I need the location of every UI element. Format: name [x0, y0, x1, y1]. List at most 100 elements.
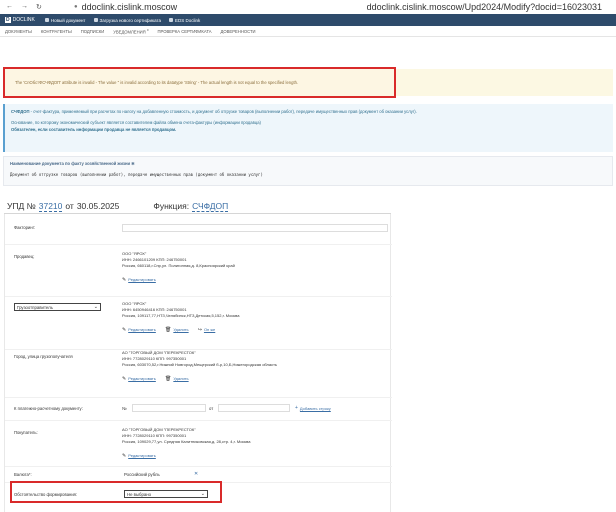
- new-document-label: Новый документ: [50, 17, 86, 23]
- browser-nav: ← → ↻: [6, 3, 72, 11]
- menu-notifications[interactable]: УВЕДОМЛЕНИЯ 0: [113, 28, 148, 34]
- eds-doclink-link[interactable]: EDS Doclink: [169, 18, 200, 23]
- app-topbar: D DOCLINK Новый документ Загрузка нового…: [0, 14, 616, 26]
- document-date[interactable]: 30.05.2025: [77, 201, 120, 211]
- seller-details: ООО "ЯРОХ" ИНН: 2466101209 КПП: 24675000…: [122, 251, 235, 283]
- function-label: Функция:: [153, 201, 190, 211]
- reload-icon[interactable]: ↻: [36, 3, 42, 11]
- clear-icon[interactable]: ✕: [194, 471, 198, 477]
- pencil-icon: ✎: [122, 376, 127, 382]
- shipper-edit-link[interactable]: ✎ Редактировать: [122, 327, 156, 333]
- share-icon: ↪: [197, 327, 202, 333]
- info-line-1: СЧФДОП - счет-фактура, применяемый при р…: [11, 109, 607, 114]
- menu-powers-of-attorney[interactable]: ДОВЕРЕННОСТИ: [221, 29, 256, 34]
- payment-doc-label: К платежно-расчетному документу:: [14, 406, 83, 411]
- site-info-icon[interactable]: ●: [74, 4, 78, 10]
- buyer-label: Покупатель:: [14, 430, 38, 435]
- menu-certificate-check[interactable]: ПРОВЕРКА СЕРТИФИКАТА: [158, 29, 212, 34]
- info-term: СЧФДОП: [11, 109, 30, 114]
- certificate-icon: [93, 18, 98, 22]
- highlight-box: [10, 481, 222, 503]
- payment-doc-date-input[interactable]: [218, 404, 290, 412]
- title-from: от: [65, 201, 74, 211]
- document-number[interactable]: 37210: [38, 201, 63, 212]
- buyer-details: АО "ТОРГОВЫЙ ДОМ "ПЕРЕКРЕСТОК" ИНН: 7728…: [122, 427, 250, 459]
- buyer-edit-link[interactable]: ✎ Редактировать: [122, 453, 156, 459]
- seller-address: Россия, 660118,г.Спр,ул. Полигонная,д. 8…: [122, 263, 235, 268]
- chevron-down-icon: ⌄: [93, 304, 98, 310]
- seller-row: Продавец: ООО "ЯРОХ" ИНН: 2466101209 КПП…: [5, 245, 392, 297]
- seller-edit-link[interactable]: ✎ Редактировать: [122, 277, 156, 283]
- document-name-block: Наименование документа по факту хозяйств…: [3, 156, 613, 186]
- shipper-details: ООО "ЯРОХ" ИНН: 6450946416 КПП: 24675000…: [122, 301, 239, 333]
- title-prefix: УПД №: [7, 201, 36, 211]
- notifications-badge: 0: [146, 27, 149, 32]
- consignee-address: Россия, 603070,52,г.Нижний Новгород,Меще…: [122, 362, 278, 367]
- consignee-row: Город, улица грузополучателя АО "ТОРГОВЫ…: [5, 350, 392, 398]
- consignee-edit-label: Редактировать: [128, 376, 156, 381]
- consignee-delete-link[interactable]: 🗑 Удалить: [165, 376, 189, 382]
- upload-certificate-label: Загрузка нового сертификата: [99, 17, 162, 23]
- menu-contractors[interactable]: КОНТРАГЕНТЫ: [41, 29, 72, 34]
- trash-icon: 🗑: [164, 327, 172, 333]
- eds-doclink-label: EDS Doclink: [175, 17, 201, 23]
- factoring-row: Факторинг:: [5, 214, 392, 245]
- shipper-delete-link[interactable]: 🗑 Удалить: [165, 327, 189, 333]
- new-document-link[interactable]: Новый документ: [44, 17, 86, 23]
- shipper-same-link[interactable]: ↪ Он же: [198, 327, 216, 333]
- currency-value[interactable]: Российский рубль: [124, 472, 160, 477]
- shipper-type-select[interactable]: Грузоотправитель ⌄: [14, 303, 101, 311]
- address-bar[interactable]: ddoclink.cislink.moscow: [82, 2, 178, 12]
- document-icon: [44, 18, 49, 22]
- consignee-hint: Город, улица грузополучателя: [14, 354, 73, 359]
- shipper-type-value: Грузоотправитель: [17, 304, 53, 310]
- seller-edit-label: Редактировать: [128, 277, 156, 282]
- payment-doc-no-label: №: [122, 406, 127, 411]
- info-definition: - счет-фактура, применяемый при расчетах…: [29, 109, 417, 114]
- brand-name[interactable]: DOCLINK: [13, 17, 35, 23]
- menu-subscriptions[interactable]: ПОДПИСКИ: [81, 29, 105, 34]
- function-value[interactable]: СЧФДОП: [192, 201, 229, 212]
- info-line-3: Обязателен, если составитель информации …: [11, 127, 177, 132]
- payment-doc-from-label: от: [209, 406, 214, 411]
- buyer-row: Покупатель: АО "ТОРГОВЫЙ ДОМ "ПЕРЕКРЕСТО…: [5, 421, 392, 467]
- add-row-label: Добавить строку: [299, 405, 331, 411]
- info-line-2: Основание, по которому экономический суб…: [11, 120, 261, 125]
- page-title: УПД № 37210 от 30.05.2025 Функция: СЧФДО…: [7, 201, 229, 212]
- error-banner: The 'СпОбстФСЧФДОП' attribute is invalid…: [3, 67, 396, 98]
- upload-certificate-link[interactable]: Загрузка нового сертификата: [93, 17, 162, 23]
- add-row-link[interactable]: + Добавить строку: [295, 405, 331, 411]
- menu-notifications-label: УВЕДОМЛЕНИЯ: [113, 29, 146, 35]
- payment-doc-number-input[interactable]: [132, 404, 206, 412]
- consignee-details: АО "ТОРГОВЫЙ ДОМ "ПЕРЕКРЕСТОК" ИНН: 7728…: [122, 350, 277, 382]
- buyer-address: Россия, 109029,77,ул. Средняя Калитников…: [122, 439, 251, 444]
- browser-toolbar: ← → ↻ ● ddoclink.cislink.moscow ddoclink…: [0, 0, 616, 14]
- pencil-icon: ✎: [122, 277, 127, 283]
- pencil-icon: ✎: [122, 327, 127, 333]
- full-url-text: ddoclink.cislink.moscow/Upd2024/Modify?d…: [366, 2, 602, 12]
- back-icon[interactable]: ←: [6, 3, 13, 11]
- pencil-icon: ✎: [122, 453, 127, 459]
- logo-icon[interactable]: D: [5, 17, 11, 23]
- document-name-value: Документ об отгрузке товаров (выполнении…: [10, 172, 263, 177]
- shipper-row: Грузоотправитель ⌄ ООО "ЯРОХ" ИНН: 64509…: [5, 297, 392, 350]
- factoring-input[interactable]: [122, 224, 388, 232]
- document-name-label: Наименование документа по факту хозяйств…: [10, 161, 135, 166]
- shipper-edit-label: Редактировать: [128, 327, 156, 332]
- trash-icon: 🗑: [164, 376, 172, 382]
- buyer-edit-label: Редактировать: [128, 453, 156, 458]
- shipper-same-label: Он же: [203, 327, 216, 332]
- document-form: Факторинг: Продавец: ООО "ЯРОХ" ИНН: 246…: [4, 214, 392, 512]
- menu-documents[interactable]: ДОКУМЕНТЫ: [5, 29, 32, 34]
- eds-icon: [169, 18, 174, 22]
- payment-doc-row: К платежно-расчетному документу: № от + Д…: [5, 398, 392, 421]
- error-text: The 'СпОбстФСЧФДОП' attribute is invalid…: [15, 80, 299, 85]
- currency-label: Валюта*:: [14, 472, 32, 477]
- consignee-delete-label: Удалить: [173, 376, 189, 381]
- main-menu: ДОКУМЕНТЫ КОНТРАГЕНТЫ ПОДПИСКИ УВЕДОМЛЕН…: [0, 26, 616, 37]
- forward-icon[interactable]: →: [21, 3, 28, 11]
- shipper-address: Россия, 109117,77,НТЗ,Челябинск,НТЗ,Детс…: [122, 313, 240, 318]
- consignee-edit-link[interactable]: ✎ Редактировать: [122, 376, 156, 382]
- factoring-label: Факторинг:: [14, 225, 36, 230]
- info-block: СЧФДОП - счет-фактура, применяемый при р…: [3, 104, 613, 152]
